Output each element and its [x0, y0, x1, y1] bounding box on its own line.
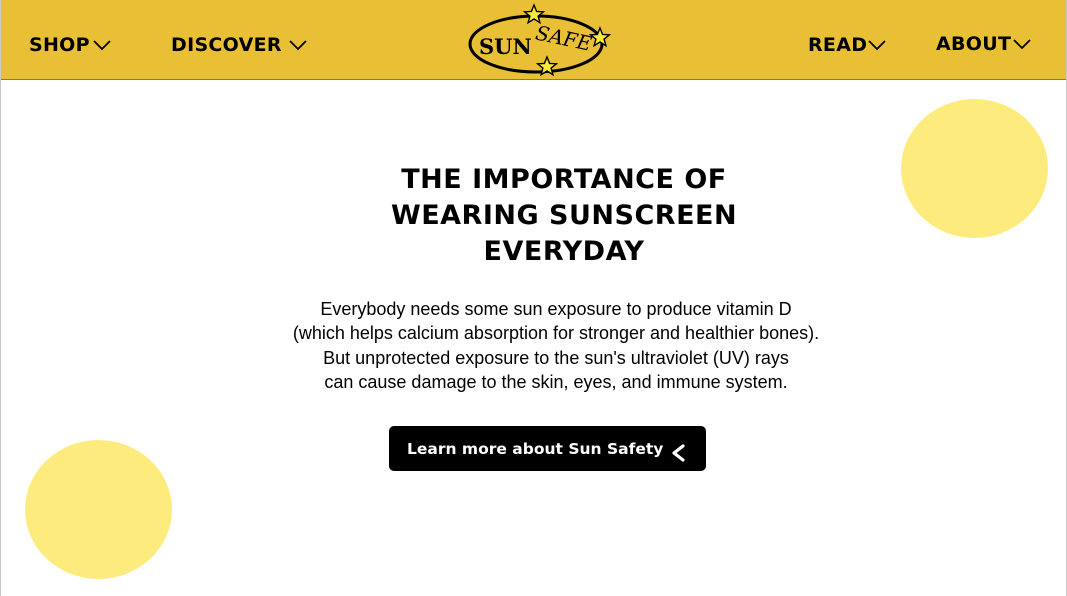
nav-read-label: READ — [808, 34, 868, 56]
hero-description-line: Everybody needs some sun exposure to pro… — [320, 299, 792, 319]
nav-about-label: ABOUT — [936, 33, 1012, 55]
hero-description-line: (which helps calcium absorption for stro… — [292, 323, 820, 344]
hero-title-line: THE IMPORTANCE OF — [401, 164, 727, 195]
decorative-sun-circle — [901, 99, 1048, 238]
sunsafe-logo[interactable]: SUN SAFE — [463, 3, 613, 79]
hero-description-line: But unprotected exposure to the sun's ul… — [323, 347, 789, 368]
chevron-down-icon — [868, 40, 886, 51]
sunsafe-logo-mark: SUN SAFE — [468, 3, 612, 77]
nav-discover[interactable]: DISCOVER — [171, 33, 307, 57]
hero-description: Everybody needs some sun exposure to pro… — [241, 297, 871, 394]
chevron-down-icon — [93, 40, 111, 51]
nav-about[interactable]: ABOUT — [936, 32, 1031, 56]
nav-shop[interactable]: SHOP — [29, 33, 111, 57]
logo-sun-text: SUN — [479, 34, 532, 59]
chevron-down-icon — [1013, 39, 1031, 50]
chevron-down-icon — [289, 40, 307, 51]
hero-title: THE IMPORTANCE OF WEARING SUNSCREEN EVER… — [301, 162, 827, 270]
hero-description-line: can cause damage to the skin, eyes, and … — [324, 371, 788, 392]
learn-more-button[interactable]: Learn more about Sun Safety — [389, 426, 706, 471]
nav-shop-label: SHOP — [29, 34, 90, 56]
chevron-left-icon — [672, 444, 685, 462]
learn-more-button-label: Learn more about Sun Safety — [407, 439, 664, 458]
nav-read[interactable]: READ — [808, 33, 886, 57]
decorative-sun-circle — [25, 440, 172, 579]
hero-title-line: WEARING SUNSCREEN — [390, 200, 738, 231]
nav-discover-label: DISCOVER — [171, 34, 282, 56]
hero-title-line: EVERYDAY — [483, 236, 645, 267]
top-navigation-bar: SHOP DISCOVER SUN SAFE READ ABOUT — [1, 0, 1066, 80]
